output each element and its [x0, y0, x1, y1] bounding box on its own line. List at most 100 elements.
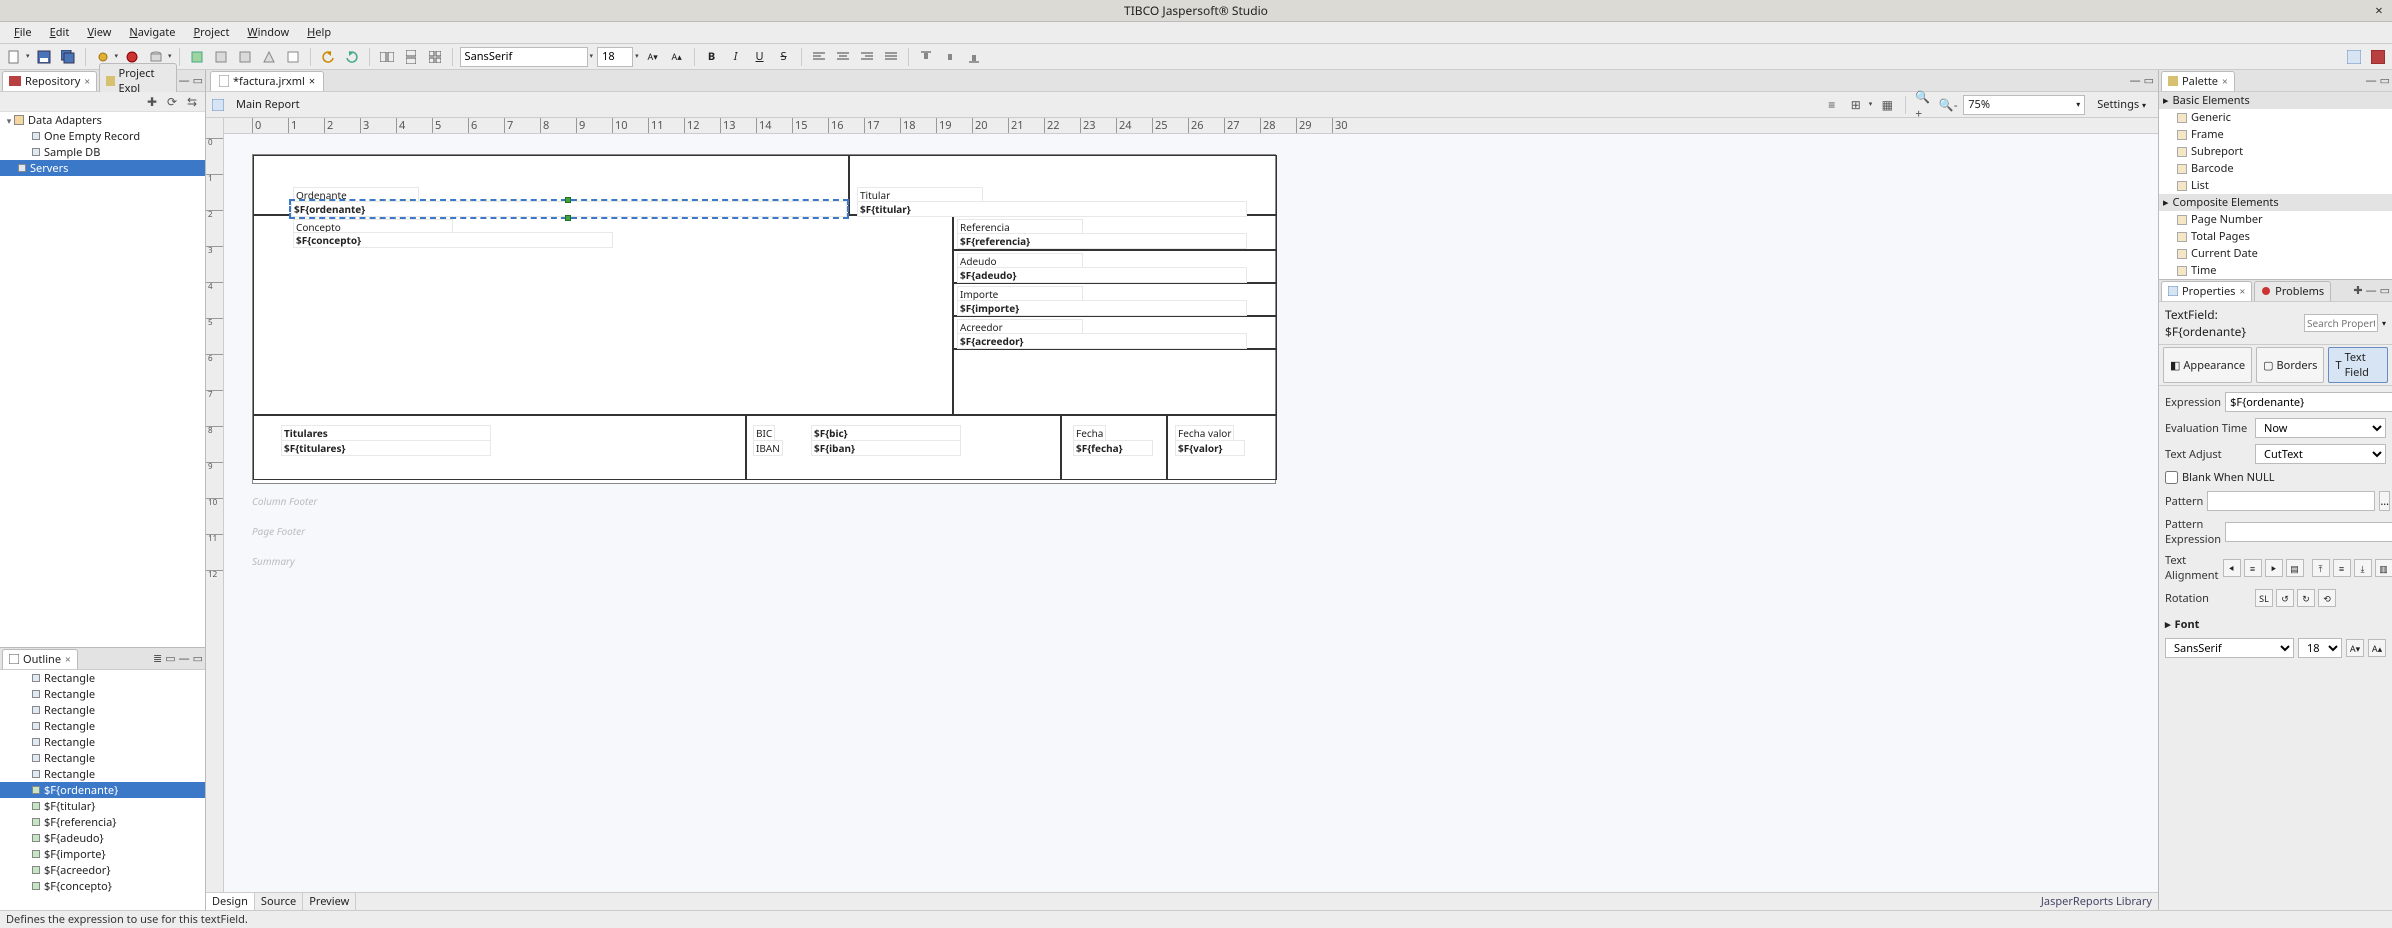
close-icon[interactable]: × [65, 652, 71, 666]
outline-item[interactable]: $F{adeudo} [0, 830, 205, 846]
tool-d[interactable] [283, 47, 303, 67]
valign-justify-button[interactable]: ▥ [2375, 559, 2392, 577]
prop-adjust-select[interactable]: CutText [2255, 444, 2386, 464]
palette-list[interactable]: ▸ Basic Elements Generic Frame Subreport… [2159, 92, 2392, 279]
canvas-label[interactable]: IBAN [753, 440, 783, 456]
canvas-textfield[interactable]: $F{iban} [811, 440, 961, 456]
search-dropdown[interactable]: ▾ [2382, 318, 2386, 329]
save-all-button[interactable] [58, 47, 78, 67]
font-inc-button[interactable]: A▴ [667, 47, 687, 67]
menu-help[interactable]: Help [299, 23, 339, 42]
view-mode-a-icon[interactable]: ≡ [1823, 96, 1841, 114]
outline-item[interactable]: Rectangle [0, 750, 205, 766]
valign-top-button[interactable] [916, 47, 936, 67]
settings-button[interactable]: Settings ▾ [2091, 95, 2152, 114]
outline-item[interactable]: Rectangle [0, 702, 205, 718]
font-section[interactable]: ▸ Font [2165, 613, 2386, 632]
prop-expression-input[interactable] [2225, 392, 2392, 412]
outline-view-mode-a-icon[interactable]: ≣ [153, 651, 162, 666]
canvas-textfield[interactable]: $F{referencia} [957, 233, 1247, 249]
redo-button[interactable] [342, 47, 362, 67]
zoom-out-icon[interactable]: 🔍- [1939, 96, 1957, 114]
repository-tree[interactable]: ▾Data Adapters One Empty Record Sample D… [0, 112, 205, 647]
view-mode-dropdown[interactable]: ▾ [1869, 100, 1873, 109]
save-button[interactable] [34, 47, 54, 67]
palette-group-composite[interactable]: ▸ Composite Elements [2159, 194, 2392, 211]
panel-min-icon[interactable]: — [179, 651, 190, 666]
perspective-a[interactable] [2344, 47, 2364, 67]
palette-item[interactable]: Subreport [2159, 143, 2392, 160]
font-size-dropdown[interactable]: ▾ [635, 52, 639, 61]
italic-button[interactable]: I [726, 47, 746, 67]
align-left-button[interactable] [809, 47, 829, 67]
panel-max-icon[interactable]: ▭ [2380, 73, 2390, 88]
panel-min-icon[interactable]: — [2366, 283, 2377, 298]
new-dropdown[interactable]: ▾ [26, 52, 30, 61]
menu-file[interactable]: File [6, 23, 40, 42]
palette-item[interactable]: Frame [2159, 126, 2392, 143]
report-page[interactable]: Ordenante $F{ordenante} Titular $F{titul… [252, 154, 1276, 484]
canvas-rectangle[interactable] [953, 349, 1277, 415]
search-property-input[interactable] [2304, 314, 2378, 332]
font-size-combo[interactable] [597, 47, 633, 67]
valign-bot-button[interactable] [964, 47, 984, 67]
align-center-button[interactable] [833, 47, 853, 67]
container-h-button[interactable] [377, 47, 397, 67]
panel-max-icon[interactable]: ▭ [193, 651, 203, 666]
rot-upside-button[interactable]: ⟲ [2318, 589, 2336, 607]
rot-right-button[interactable]: ↻ [2297, 589, 2315, 607]
tool-b[interactable] [235, 47, 255, 67]
tool-c[interactable] [259, 47, 279, 67]
canvas-textfield[interactable]: $F{acreedor} [957, 333, 1247, 349]
menu-edit[interactable]: Edit [42, 23, 78, 42]
font-size-select[interactable]: 18 [2298, 638, 2342, 658]
selection-handle[interactable] [565, 197, 571, 203]
underline-button[interactable]: U [750, 47, 770, 67]
rot-none-button[interactable]: SL [2255, 589, 2273, 607]
dataset-dropdown[interactable]: ▾ [168, 52, 172, 61]
close-icon[interactable]: × [309, 74, 315, 89]
halign-center-button[interactable]: ≡ [2244, 559, 2262, 577]
canvas-label[interactable]: Titulares [281, 425, 491, 441]
outline-view-mode-b-icon[interactable]: ▭ [165, 651, 175, 666]
menu-view[interactable]: View [79, 23, 119, 42]
tree-node-servers[interactable]: Servers [0, 160, 205, 176]
container-grid-button[interactable] [425, 47, 445, 67]
tree-node[interactable]: One Empty Record [0, 128, 205, 144]
outline-item[interactable]: Rectangle [0, 734, 205, 750]
tab-problems[interactable]: Problems [2254, 281, 2331, 301]
palette-item[interactable]: List [2159, 177, 2392, 194]
panel-max-icon[interactable]: ▭ [2380, 283, 2390, 298]
palette-item[interactable]: Generic [2159, 109, 2392, 126]
ptab-textfield[interactable]: TText Field [2328, 347, 2388, 383]
palette-item[interactable]: Total Pages [2159, 228, 2392, 245]
band-column-footer[interactable]: Column Footer [252, 494, 2130, 508]
halign-left-button[interactable]: ⯇ [2223, 559, 2241, 577]
font-inc-button[interactable]: A▴ [2368, 639, 2386, 657]
prop-pattern-input[interactable] [2207, 491, 2375, 511]
panel-min-icon[interactable]: — [2366, 73, 2377, 88]
palette-item[interactable]: Barcode [2159, 160, 2392, 177]
tab-outline[interactable]: Outline × [2, 649, 78, 669]
close-icon[interactable]: × [2239, 284, 2245, 298]
palette-item[interactable]: Page Number [2159, 211, 2392, 228]
strike-button[interactable]: S [774, 47, 794, 67]
prop-pexpr-input[interactable] [2225, 522, 2392, 542]
outline-item[interactable]: $F{titular} [0, 798, 205, 814]
container-v-button[interactable] [401, 47, 421, 67]
tab-properties[interactable]: Properties × [2161, 281, 2252, 301]
canvas-label[interactable]: Fecha [1073, 425, 1106, 441]
window-close-button[interactable]: × [2372, 3, 2386, 17]
repo-tool-add-icon[interactable]: ✚ [145, 95, 159, 109]
panel-max-icon[interactable]: ▭ [2144, 73, 2154, 88]
palette-item[interactable]: Current Date [2159, 245, 2392, 262]
tab-repository[interactable]: Repository × [2, 71, 97, 91]
palette-item[interactable]: Time [2159, 262, 2392, 279]
panel-max-icon[interactable]: ▭ [193, 73, 203, 88]
rot-left-button[interactable]: ↺ [2276, 589, 2294, 607]
panel-min-icon[interactable]: — [2130, 73, 2141, 88]
band-page-footer[interactable]: Page Footer [252, 524, 2130, 538]
undo-button[interactable] [318, 47, 338, 67]
canvas-textfield[interactable]: $F{titulares} [281, 440, 491, 456]
view-mode-b-icon[interactable]: ⊞ [1847, 96, 1865, 114]
